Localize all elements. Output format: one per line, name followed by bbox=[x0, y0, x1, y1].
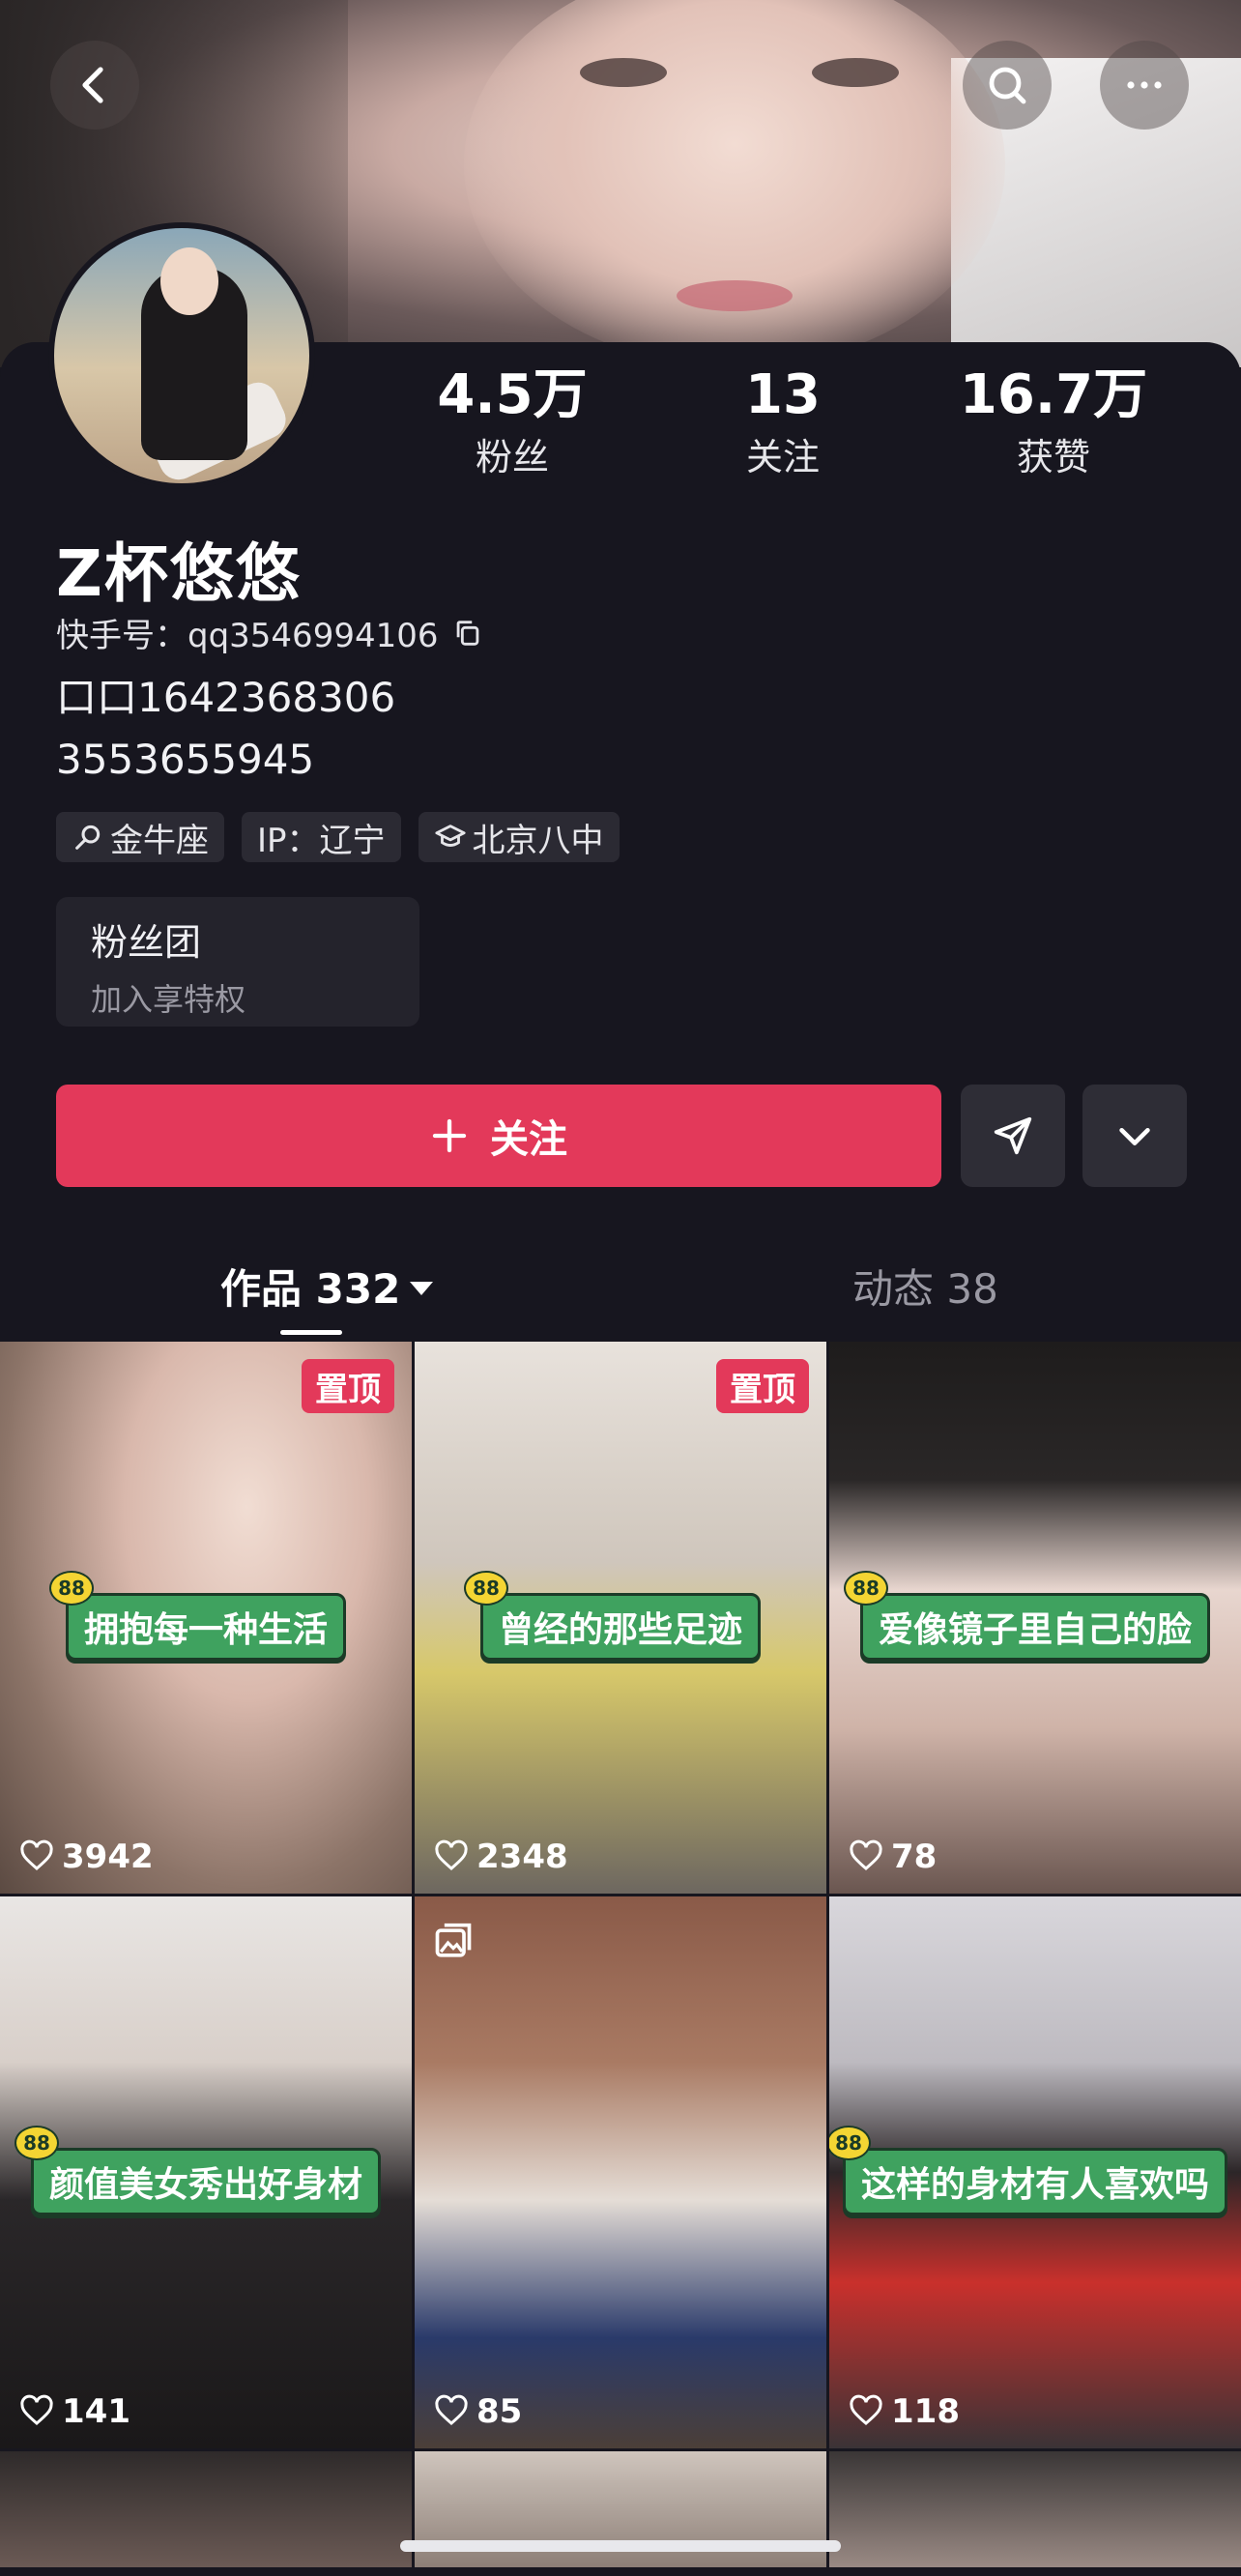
video-thumbnail[interactable]: 88 爱像镜子里自己的脸 78 bbox=[829, 1342, 1241, 1894]
image-post-icon bbox=[435, 1923, 472, 1957]
profile-name: Z杯悠悠 bbox=[56, 536, 302, 611]
video-thumbnail[interactable]: 置顶 88 曾经的那些足迹 2348 bbox=[415, 1342, 826, 1894]
copy-icon[interactable] bbox=[451, 617, 484, 650]
pinned-badge: 置顶 bbox=[302, 1359, 394, 1413]
like-number: 141 bbox=[62, 2392, 130, 2431]
search-button[interactable] bbox=[963, 41, 1052, 130]
back-button[interactable] bbox=[50, 41, 139, 130]
like-number: 78 bbox=[891, 1838, 938, 1876]
fan-club-subtitle: 加入享特权 bbox=[91, 981, 246, 1018]
expand-button[interactable] bbox=[1082, 1085, 1187, 1187]
like-number: 118 bbox=[891, 2392, 960, 2431]
video-caption: 88 这样的身材有人喜欢吗 bbox=[829, 2126, 1241, 2215]
like-count: 3942 bbox=[19, 1838, 154, 1876]
tab-moments[interactable]: 动态 38 bbox=[852, 1257, 998, 1316]
tab-label: 动态 38 bbox=[852, 1265, 998, 1313]
like-count: 85 bbox=[434, 2392, 522, 2431]
kuaishou-id-row[interactable]: 快手号：qq3546994106 bbox=[56, 609, 484, 656]
home-indicator[interactable] bbox=[400, 2540, 841, 2552]
stat-number: 13 bbox=[745, 363, 821, 426]
like-count: 78 bbox=[849, 1838, 937, 1876]
chevron-down-icon bbox=[1119, 1127, 1150, 1145]
caption-text: 拥抱每一种生活 bbox=[83, 1610, 328, 1650]
graduation-cap-icon bbox=[434, 825, 466, 847]
like-count: 118 bbox=[849, 2392, 960, 2431]
message-button[interactable] bbox=[961, 1085, 1065, 1187]
caption-text: 曾经的那些足迹 bbox=[498, 1610, 742, 1650]
search-small-icon bbox=[75, 825, 101, 850]
fan-club-card[interactable]: 粉丝团 加入享特权 bbox=[56, 897, 419, 1027]
video-caption: 88 颜值美女秀出好身材 bbox=[0, 2126, 412, 2215]
profile-tags: 金牛座 IP：辽宁 北京八中 bbox=[56, 812, 620, 862]
video-thumbnail[interactable]: 85 bbox=[415, 1896, 826, 2448]
tab-indicator bbox=[280, 1330, 342, 1335]
chevron-left-icon bbox=[82, 67, 103, 103]
pinned-badge: 置顶 bbox=[716, 1359, 809, 1413]
tag-ip[interactable]: IP：辽宁 bbox=[242, 812, 401, 862]
video-thumbnail[interactable] bbox=[829, 2451, 1241, 2567]
stat-label: 获赞 bbox=[1016, 435, 1090, 478]
tag-school[interactable]: 北京八中 bbox=[418, 812, 620, 862]
video-caption: 88 曾经的那些足迹 bbox=[415, 1571, 826, 1661]
tag-label: 金牛座 bbox=[110, 821, 209, 860]
heart-icon bbox=[435, 2394, 468, 2425]
heart-icon bbox=[850, 1839, 882, 1870]
stat-likes[interactable]: 16.7万 获赞 bbox=[909, 365, 1198, 480]
video-caption: 88 爱像镜子里自己的脸 bbox=[829, 1571, 1241, 1661]
kuaishou-id: 快手号：qq3546994106 bbox=[56, 617, 439, 655]
tab-label: 作品 332 bbox=[220, 1265, 401, 1313]
avatar[interactable] bbox=[48, 222, 315, 489]
fan-club-title: 粉丝团 bbox=[91, 921, 202, 964]
bio-line: 3553655945 bbox=[56, 736, 315, 783]
more-button[interactable] bbox=[1100, 41, 1189, 130]
like-count: 2348 bbox=[434, 1838, 568, 1876]
tab-works[interactable]: 作品 332 bbox=[220, 1257, 434, 1316]
plus-icon bbox=[432, 1118, 467, 1153]
search-icon bbox=[989, 67, 1026, 104]
follow-button[interactable]: 关注 bbox=[56, 1085, 941, 1187]
bio-line: 口口1642368306 bbox=[56, 674, 396, 721]
like-number: 85 bbox=[476, 2392, 523, 2431]
profile-stats: 4.5万 粉丝 13 关注 16.7万 获赞 bbox=[367, 365, 1198, 480]
video-thumbnail[interactable]: 88 颜值美女秀出好身材 141 bbox=[0, 1896, 412, 2448]
like-number: 3942 bbox=[62, 1838, 154, 1876]
like-number: 2348 bbox=[476, 1838, 568, 1876]
caret-down-icon bbox=[410, 1281, 434, 1295]
tag-label: 北京八中 bbox=[472, 821, 604, 860]
profile-bio: 口口1642368306 3553655945 bbox=[56, 667, 395, 791]
emoji-badge-icon: 88 bbox=[829, 2126, 871, 2160]
stat-label: 粉丝 bbox=[475, 435, 549, 478]
emoji-badge-icon: 88 bbox=[843, 1571, 888, 1606]
heart-icon bbox=[20, 2394, 53, 2425]
stat-number: 4.5万 bbox=[437, 363, 588, 426]
heart-icon bbox=[850, 2394, 882, 2425]
video-thumbnail[interactable] bbox=[0, 2451, 412, 2567]
video-grid: 置顶 88 拥抱每一种生活 3942 置顶 88 曾经的那些足迹 2348 88 爱像… bbox=[0, 1342, 1241, 2567]
emoji-badge-icon: 88 bbox=[48, 1571, 94, 1606]
stat-number: 16.7万 bbox=[959, 363, 1148, 426]
tag-zodiac[interactable]: 金牛座 bbox=[56, 812, 224, 862]
send-icon bbox=[994, 1116, 1032, 1155]
caption-text: 颜值美女秀出好身材 bbox=[48, 2165, 362, 2205]
heart-icon bbox=[20, 1839, 53, 1870]
tag-label: IP：辽宁 bbox=[257, 821, 386, 860]
stat-label: 关注 bbox=[745, 435, 820, 478]
follow-label: 关注 bbox=[490, 1117, 567, 1162]
emoji-badge-icon: 88 bbox=[14, 2126, 59, 2160]
content-tabs: 作品 332 动态 38 bbox=[0, 1257, 1241, 1334]
stat-followers[interactable]: 4.5万 粉丝 bbox=[367, 365, 657, 480]
caption-text: 这样的身材有人喜欢吗 bbox=[860, 2165, 1209, 2205]
video-thumbnail[interactable]: 88 这样的身材有人喜欢吗 118 bbox=[829, 1896, 1241, 2448]
more-dots-icon bbox=[1127, 81, 1162, 89]
video-caption: 88 拥抱每一种生活 bbox=[0, 1571, 412, 1661]
stat-following[interactable]: 13 关注 bbox=[657, 365, 909, 480]
like-count: 141 bbox=[19, 2392, 130, 2431]
emoji-badge-icon: 88 bbox=[463, 1571, 508, 1606]
video-thumbnail[interactable]: 置顶 88 拥抱每一种生活 3942 bbox=[0, 1342, 412, 1894]
heart-icon bbox=[435, 1839, 468, 1870]
caption-text: 爱像镜子里自己的脸 bbox=[878, 1610, 1192, 1650]
